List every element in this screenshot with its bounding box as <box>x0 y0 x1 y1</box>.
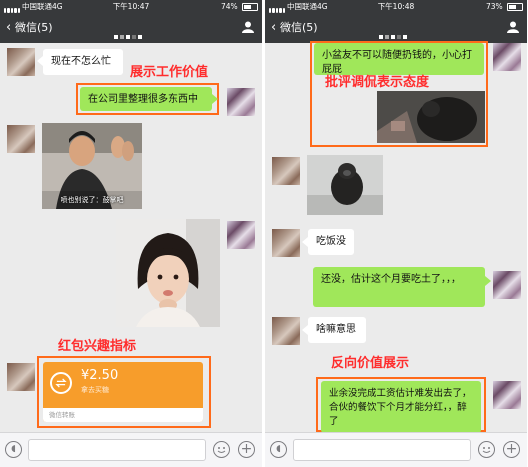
transfer-amount: ¥2.50 <box>81 368 119 383</box>
avatar-contact[interactable] <box>7 363 35 391</box>
annotation-criticize: 批评调侃表示态度 <box>325 75 430 90</box>
voice-icon[interactable]: ◖ <box>5 441 22 458</box>
back-chevron-icon[interactable]: ‹ <box>271 20 276 36</box>
add-icon[interactable]: + <box>238 441 255 458</box>
message-input[interactable] <box>293 439 471 461</box>
avatar-self[interactable] <box>493 43 521 71</box>
message-list[interactable]: 小盆友不可以随便扔钱的，小心打屁屁 批评调侃表示态度 吃饭没 还没，估计这个月要… <box>265 41 527 433</box>
input-bar: ◖ + <box>0 432 262 467</box>
chat-screen-right: 中国联通 4G 下午10:48 73% ‹ 微信(5) 小盆友不可以随便扔钱的，… <box>265 0 527 467</box>
photo-message-self[interactable] <box>377 91 485 143</box>
status-bar: 中国联通 4G 下午10:47 74% <box>0 0 262 13</box>
avatar-contact[interactable] <box>7 48 35 76</box>
photo-gorilla <box>377 91 485 143</box>
avatar-self[interactable] <box>227 221 255 249</box>
message-bubble[interactable]: 啥嘛意思 <box>308 317 366 343</box>
sticker-image[interactable]: 喷也别说了：鼓掌吧 <box>42 123 142 209</box>
avatar-self[interactable] <box>227 88 255 116</box>
add-icon[interactable]: + <box>503 441 520 458</box>
contact-name-mosaic <box>378 24 412 39</box>
annotation-work-value: 展示工作价值 <box>130 65 209 80</box>
voice-icon[interactable]: ◖ <box>270 441 287 458</box>
avatar-contact[interactable] <box>272 157 300 185</box>
contact-name-mosaic <box>113 24 147 39</box>
photo-message-self[interactable] <box>116 219 220 327</box>
avatar-contact[interactable] <box>272 229 300 257</box>
message-list[interactable]: 现在不怎么忙 展示工作价值 在公司里整理很多东西中 喷也别说了：鼓掌吧 红包兴趣… <box>0 43 262 432</box>
battery-percent: 73% <box>485 2 503 11</box>
back-button[interactable]: 微信(5) <box>280 20 318 36</box>
message-bubble-self[interactable]: 在公司里整理很多东西中 <box>80 87 212 111</box>
annotation-red-packet: 红包兴趣指标 <box>58 339 137 354</box>
transfer-footer: 微信转账 <box>43 408 203 422</box>
chat-screen-left: 中国联通 4G 下午10:47 74% ‹ 微信(5) 现在不怎么忙 展示工作价… <box>0 0 262 467</box>
photo-little-girl <box>116 219 220 327</box>
sticker-image[interactable] <box>307 155 383 215</box>
message-bubble-self[interactable]: 业余没完成工资估计难发出去了，合伙的餐饮下个月才能分红，，醉了 <box>321 381 481 433</box>
back-chevron-icon[interactable]: ‹ <box>6 20 11 36</box>
emoji-icon[interactable] <box>213 441 230 458</box>
message-input[interactable] <box>28 439 206 461</box>
contact-info-icon[interactable] <box>242 21 254 33</box>
status-bar: 中国联通 4G 下午10:48 73% <box>265 0 527 13</box>
back-button[interactable]: 微信(5) <box>15 20 53 36</box>
contact-info-icon[interactable] <box>507 21 519 33</box>
avatar-contact[interactable] <box>272 317 300 345</box>
annotation-reverse-value: 反向价值展示 <box>331 356 410 371</box>
message-bubble[interactable]: 吃饭没 <box>308 229 354 255</box>
sticker-gorilla <box>307 155 383 215</box>
nav-bar: ‹ 微信(5) <box>265 13 527 43</box>
sticker-caption: 喷也别说了：鼓掌吧 <box>60 196 124 204</box>
battery-icon <box>507 3 523 11</box>
message-bubble-self[interactable]: 还没，估计这个月要吃土了，，， <box>313 267 485 307</box>
input-bar: ◖ + <box>265 432 527 467</box>
transfer-card[interactable]: ¥2.50 拿去买糖 微信转账 <box>43 362 203 422</box>
battery-percent: 74% <box>220 2 238 11</box>
battery-icon <box>242 3 258 11</box>
emoji-icon[interactable] <box>478 441 495 458</box>
avatar-contact[interactable] <box>7 125 35 153</box>
transfer-arrows-icon <box>50 372 72 394</box>
nav-bar: ‹ 微信(5) <box>0 13 262 43</box>
avatar-self[interactable] <box>493 271 521 299</box>
message-bubble[interactable]: 现在不怎么忙 <box>43 49 123 75</box>
message-bubble-self[interactable]: 小盆友不可以随便扔钱的，小心打屁屁 <box>314 43 484 75</box>
transfer-note: 拿去买糖 <box>81 386 109 394</box>
avatar-self[interactable] <box>493 381 521 409</box>
